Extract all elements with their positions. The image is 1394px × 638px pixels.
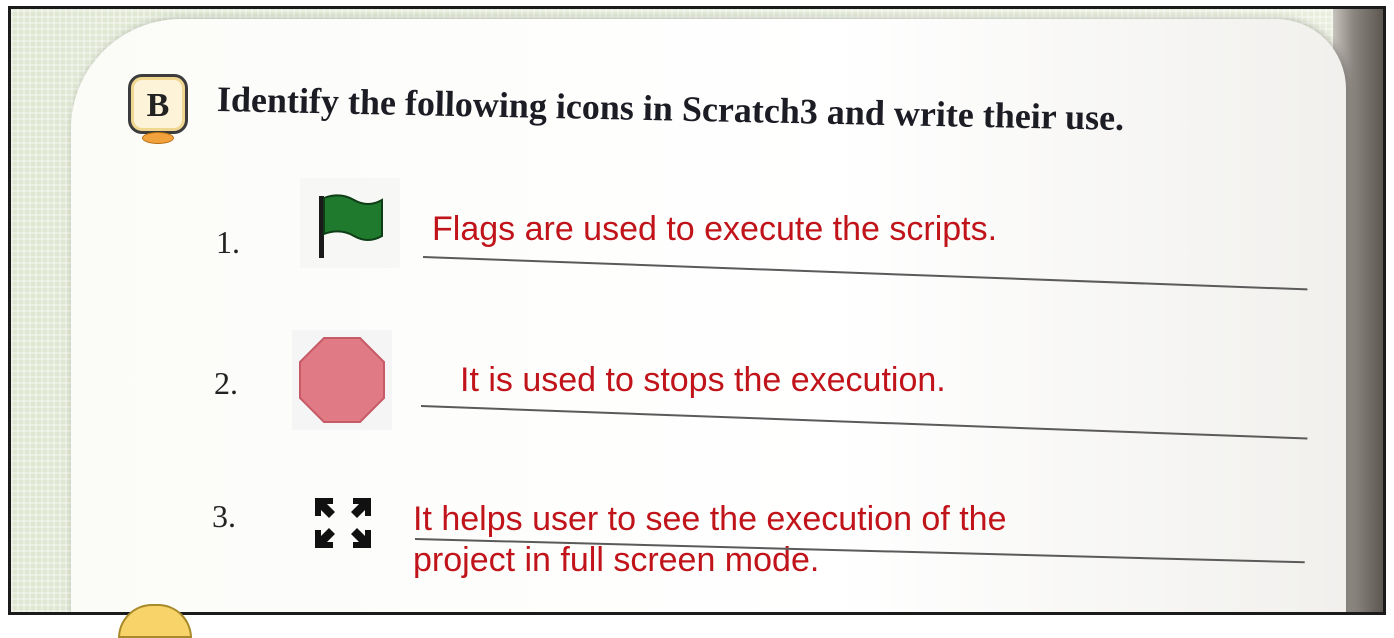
- answer-2: It is used to stops the execution.: [460, 361, 946, 399]
- green-flag-icon: [300, 178, 400, 268]
- answer-1: Flags are used to execute the scripts.: [432, 210, 998, 248]
- section-badge: B: [122, 70, 194, 144]
- full-screen-icon: [311, 494, 375, 552]
- item-number-2: 2.: [214, 365, 238, 401]
- stop-sign-icon: [292, 330, 392, 430]
- badge-stand: [142, 132, 174, 144]
- item-number-3: 3.: [212, 498, 236, 534]
- answer-3-line-1: It helps user to see the execution of th…: [413, 500, 1007, 538]
- item-number-1: 1.: [216, 224, 240, 260]
